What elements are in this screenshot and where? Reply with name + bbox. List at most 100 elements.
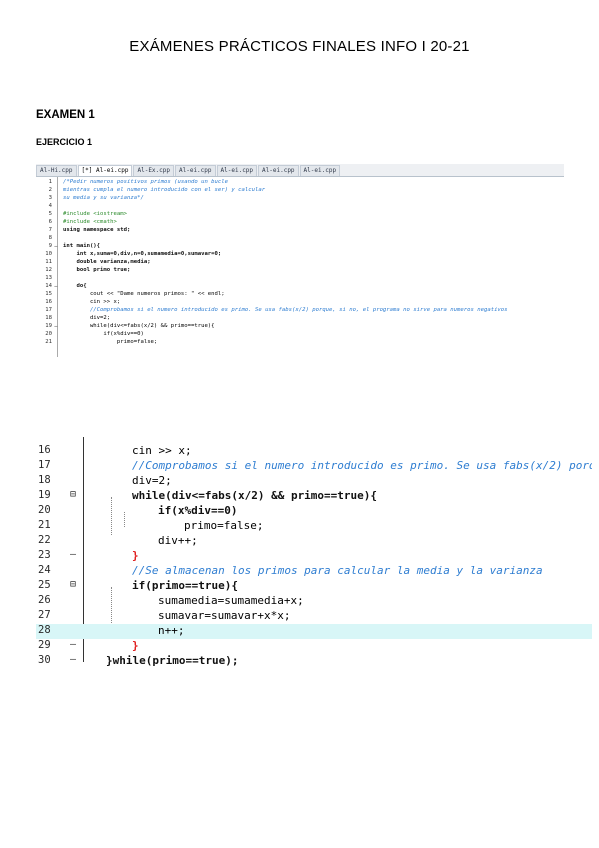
document-title: EXÁMENES PRÁCTICOS FINALES INFO I 20-21 (129, 38, 470, 55)
line-number: 13 (45, 275, 52, 281)
exam-heading: EXAMEN 1 (36, 109, 95, 121)
fold-minus-icon[interactable]: − (54, 243, 58, 250)
code-row: 19 ⊟ while(div<=fabs(x/2) && primo==true… (36, 489, 592, 504)
line-number: 9 (48, 243, 52, 249)
line-number: 28 (38, 624, 51, 636)
code-row: 29 – } (36, 639, 592, 654)
editor-tab[interactable]: Al-ei.cpp (175, 165, 216, 176)
code-line: cout << "Dame numeros primos: " << endl; (63, 291, 225, 297)
line-number: 18 (38, 474, 51, 486)
code-line: primo=false; (184, 519, 264, 532)
line-number: 4 (48, 203, 52, 209)
editor-tab[interactable]: Al-ei.cpp (299, 165, 341, 176)
line-number: 26 (38, 594, 51, 606)
code-line: if(x%div==0) (158, 504, 238, 517)
editor-tab[interactable]: Al-ei.cpp (258, 165, 299, 176)
code-line: #include <iostream> (63, 211, 127, 217)
code-row: 26 sumamedia=sumamedia+x; (36, 594, 592, 609)
code-line: if(x%div==0) (63, 331, 144, 337)
editor-tab-active[interactable]: [*] Al-ei.cpp (77, 165, 133, 176)
code-line: //Comprobamos si el numero introducido e… (63, 307, 508, 313)
editor-tab[interactable]: Al-ei.cpp (216, 165, 258, 176)
line-number: 21 (45, 339, 52, 345)
code-line: sumamedia=sumamedia+x; (158, 594, 304, 607)
editor-tab[interactable]: Al-Ex.cpp (133, 165, 174, 176)
code-line: double varianza,media; (63, 259, 151, 265)
code-line: while(div<=fabs(x/2) && primo==true){ (132, 489, 378, 502)
code-area-2: 16 cin >> x; 17 //Comprobamos si el nume… (36, 437, 592, 667)
ide-screenshot-2: 16 cin >> x; 17 //Comprobamos si el nume… (36, 437, 592, 667)
line-number: 8 (48, 235, 52, 241)
exercise-heading: EJERCICIO 1 (36, 137, 93, 147)
code-comment: //Se almacenan los primos para calcular … (132, 564, 543, 577)
code-row: 16 cin >> x; (36, 444, 592, 459)
code-row: 22 div++; (36, 534, 592, 549)
code-row: 30 – }while(primo==true); (36, 654, 592, 667)
code-row: 21 primo=false; (36, 519, 592, 534)
fold-end-marker: – (70, 639, 77, 650)
code-row: 18 div=2; (36, 474, 592, 489)
code-line: cin >> x; (63, 299, 121, 305)
line-number: 15 (45, 291, 52, 297)
line-number: 6 (48, 219, 52, 225)
line-number: 19 (45, 323, 52, 329)
code-line: div++; (158, 534, 198, 547)
fold-end-marker: – (70, 549, 77, 560)
code-row: 25 ⊟ if(primo==true){ (36, 579, 592, 594)
line-number: 29 (38, 639, 51, 651)
editor-tab-bar: Al-Hi.cpp [*] Al-ei.cpp Al-Ex.cpp Al-ei.… (36, 164, 564, 177)
line-number: 22 (38, 534, 51, 546)
line-number: 19 (38, 489, 51, 501)
code-line: } (132, 639, 139, 652)
line-number: 23 (38, 549, 51, 561)
code-row: 23 – } (36, 549, 592, 564)
line-number: 16 (45, 299, 52, 305)
fold-collapse-icon[interactable]: ⊟ (70, 579, 76, 590)
code-line: } (132, 549, 139, 562)
code-line: }while(primo==true); (106, 654, 239, 667)
code-line: int main(){ (63, 243, 101, 249)
line-number: 12 (45, 267, 52, 273)
code-row: 24 //Se almacenan los primos para calcul… (36, 564, 592, 579)
code-line: while(div<=fabs(x/2) && primo==true){ (63, 323, 215, 329)
line-number: 1 (48, 179, 52, 185)
line-number: 14 (45, 283, 52, 289)
line-number: 3 (48, 195, 52, 201)
code-line: div=2; (132, 474, 172, 487)
code-line: do{ (63, 283, 87, 289)
code-row: 20 if(x%div==0) (36, 504, 592, 519)
code-line: su media y su varianza*/ (63, 195, 144, 201)
fold-collapse-icon[interactable]: ⊟ (70, 489, 76, 500)
line-number: 10 (45, 251, 52, 257)
line-number: 5 (48, 211, 52, 217)
code-row: 17 //Comprobamos si el numero introducid… (36, 459, 592, 474)
line-number: 27 (38, 609, 51, 621)
fold-end-marker: – (70, 654, 77, 665)
line-number: 21 (38, 519, 51, 531)
line-number: 11 (45, 259, 52, 265)
code-line: primo=false; (63, 339, 158, 345)
line-number: 2 (48, 187, 52, 193)
ide-screenshot-1: Al-Hi.cpp [*] Al-ei.cpp Al-Ex.cpp Al-ei.… (36, 164, 564, 357)
code-line: cin >> x; (132, 444, 192, 457)
line-number: 24 (38, 564, 51, 576)
code-line: mientras cumpla el numero introducido co… (63, 187, 266, 193)
code-line: #include <cmath> (63, 219, 117, 225)
code-line: div=2; (63, 315, 111, 321)
fold-minus-icon[interactable]: − (54, 323, 58, 330)
current-line-highlight: 28 n++; (36, 624, 592, 639)
code-line: /*Pedir numeros positivos primos (usando… (63, 179, 229, 185)
code-line: n++; (158, 624, 185, 637)
code-row: 27 sumavar=sumavar+x*x; (36, 609, 592, 624)
code-line: int x,suma=0,div,n=0,sumamedia=0,sumavar… (63, 251, 222, 257)
line-number: 18 (45, 315, 52, 321)
editor-tab[interactable]: Al-Hi.cpp (36, 165, 77, 176)
code-line: sumavar=sumavar+x*x; (158, 609, 291, 622)
code-line: bool primo true; (63, 267, 131, 273)
code-line: using namespace std; (63, 227, 131, 233)
line-number: 30 (38, 654, 51, 666)
line-number: 7 (48, 227, 52, 233)
line-number: 16 (38, 444, 51, 456)
line-number: 17 (38, 459, 51, 471)
fold-minus-icon[interactable]: − (54, 283, 58, 290)
